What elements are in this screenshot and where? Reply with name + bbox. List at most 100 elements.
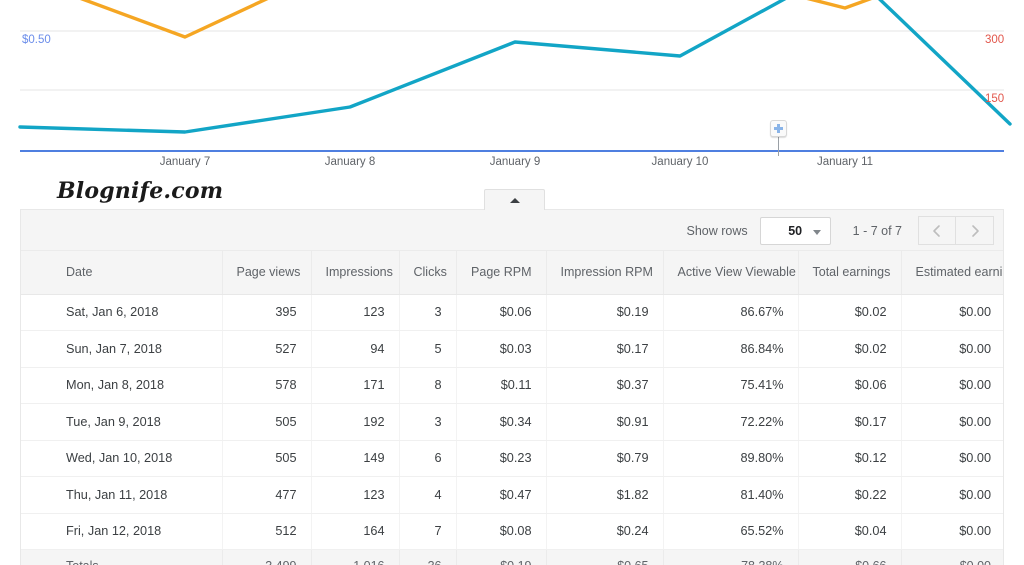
cell-value: 65.52%: [663, 513, 799, 550]
cell-value: 171: [311, 367, 400, 404]
cell-date: Wed, Jan 10, 2018: [21, 440, 223, 477]
cell-value: 4: [399, 476, 457, 514]
column-header-impressions[interactable]: Impressions: [311, 251, 400, 295]
collapse-chart-button[interactable]: [484, 189, 545, 210]
column-header-page-views[interactable]: Page views: [222, 251, 312, 295]
cell-value: 123: [311, 294, 400, 331]
table-row[interactable]: Tue, Jan 9, 2018 505 192 3 $0.34 $0.91 72.22% $…: [21, 403, 1003, 441]
show-rows-label: Show rows: [686, 223, 748, 238]
column-header-estimated-earnings[interactable]: Estimated earnings: [901, 251, 1003, 295]
add-annotation-marker[interactable]: [770, 120, 787, 156]
cell-value: $0.00: [901, 476, 1003, 514]
cell-value: 89.80%: [663, 440, 799, 477]
totals-clicks: 36: [399, 549, 457, 565]
x-tick-january-7: January 7: [159, 156, 211, 168]
totals-page-views: 3,499: [222, 549, 312, 565]
adsense-report-screen: $0.50 300 150 January 7 January 8 Januar…: [0, 0, 1024, 565]
cell-value: $0.00: [901, 513, 1003, 550]
cell-value: 81.40%: [663, 476, 799, 514]
cell-value: 505: [222, 403, 312, 441]
cell-value: $0.17: [546, 330, 664, 368]
caret-up-icon: [509, 198, 520, 203]
cell-value: $0.00: [901, 330, 1003, 368]
column-header-page-rpm[interactable]: Page RPM: [456, 251, 547, 295]
cell-value: $0.00: [901, 367, 1003, 404]
rows-per-page-select[interactable]: 50: [759, 216, 831, 245]
cell-value: 8: [399, 367, 457, 404]
cell-value: $0.02: [798, 294, 902, 331]
pagination-controls: [918, 216, 994, 245]
table-row[interactable]: Wed, Jan 10, 2018 505 149 6 $0.23 $0.79 89.80%…: [21, 440, 1003, 477]
cell-value: $0.08: [456, 513, 547, 550]
cell-value: $0.06: [798, 367, 902, 404]
cell-date: Sat, Jan 6, 2018: [21, 294, 223, 331]
previous-page-button[interactable]: [918, 216, 956, 245]
cell-value: $0.00: [901, 440, 1003, 477]
cell-date: Thu, Jan 11, 2018: [21, 476, 223, 514]
report-table-card: Show rows 50 1 - 7 of 7 Date Page views …: [20, 209, 1004, 565]
cell-value: $0.02: [798, 330, 902, 368]
table-row[interactable]: Sun, Jan 7, 2018 527 94 5 $0.03 $0.17 86.84% $0…: [21, 330, 1003, 368]
totals-total-earnings: $0.66: [798, 549, 902, 565]
column-header-impression-rpm[interactable]: Impression RPM: [546, 251, 664, 295]
right-axis-tick-label-150: 150: [985, 93, 1005, 105]
left-axis-tick-label: $0.50: [22, 34, 51, 46]
cell-date: Sun, Jan 7, 2018: [21, 330, 223, 368]
right-axis-tick-label-300: 300: [985, 34, 1005, 46]
next-page-button[interactable]: [956, 216, 994, 245]
table-toolbar: Show rows 50 1 - 7 of 7: [21, 210, 1003, 251]
table-row[interactable]: Thu, Jan 11, 2018 477 123 4 $0.47 $1.82 81.40%…: [21, 476, 1003, 514]
x-tick-january-9: January 9: [489, 156, 541, 168]
table-footer: Totals 3,499 1,016 36 $0.19 $0.65 78.38%…: [21, 549, 1003, 565]
cell-value: $0.23: [456, 440, 547, 477]
cell-value: 512: [222, 513, 312, 550]
cell-value: 578: [222, 367, 312, 404]
cell-value: $0.11: [456, 367, 547, 404]
report-table: Date Page views Impressions Clicks Page …: [21, 251, 1003, 565]
x-tick-january-8: January 8: [324, 156, 376, 168]
plus-icon[interactable]: [770, 120, 787, 137]
cell-value: $0.37: [546, 367, 664, 404]
table-row[interactable]: Mon, Jan 8, 2018 578 171 8 $0.11 $0.37 75.41% $…: [21, 367, 1003, 404]
marker-stem: [778, 137, 779, 156]
cell-value: 3: [399, 294, 457, 331]
cell-value: $0.17: [798, 403, 902, 441]
cell-value: $0.03: [456, 330, 547, 368]
totals-page-rpm: $0.19: [456, 549, 547, 565]
cell-value: 7: [399, 513, 457, 550]
column-header-total-earnings[interactable]: Total earnings: [798, 251, 902, 295]
cell-value: $0.47: [456, 476, 547, 514]
column-header-active-view-viewable[interactable]: Active View Viewable: [663, 251, 799, 295]
totals-active-view-viewable: 78.38%: [663, 549, 799, 565]
cell-value: $0.12: [798, 440, 902, 477]
column-header-clicks[interactable]: Clicks: [399, 251, 457, 295]
cell-value: 192: [311, 403, 400, 441]
cell-value: 164: [311, 513, 400, 550]
cell-date: Mon, Jan 8, 2018: [21, 367, 223, 404]
cell-value: $0.79: [546, 440, 664, 477]
performance-chart: $0.50 300 150 January 7 January 8 Januar…: [0, 0, 1024, 176]
cell-value: 86.67%: [663, 294, 799, 331]
watermark-blognife: Blognife.com: [57, 178, 224, 204]
cell-value: 5: [399, 330, 457, 368]
cell-value: $0.00: [901, 403, 1003, 441]
cell-value: 86.84%: [663, 330, 799, 368]
cell-value: $0.24: [546, 513, 664, 550]
column-header-date[interactable]: Date: [21, 251, 223, 295]
cell-value: 94: [311, 330, 400, 368]
table-row[interactable]: Fri, Jan 12, 2018 512 164 7 $0.08 $0.24 65.52%…: [21, 513, 1003, 550]
cell-value: $1.82: [546, 476, 664, 514]
table-toolbar-controls: Show rows 50 1 - 7 of 7: [687, 210, 994, 251]
cell-value: $0.04: [798, 513, 902, 550]
table-row[interactable]: Sat, Jan 6, 2018 395 123 3 $0.06 $0.19 86.67% $…: [21, 294, 1003, 331]
chevron-right-icon: [971, 224, 979, 237]
cell-value: $0.22: [798, 476, 902, 514]
series-line-pageviews: [18, 0, 1012, 134]
cell-value: 3: [399, 403, 457, 441]
table-body: Sat, Jan 6, 2018 395 123 3 $0.06 $0.19 86.67% $…: [21, 294, 1003, 550]
totals-estimated-earnings: $0.00: [901, 549, 1003, 565]
cell-value: $0.91: [546, 403, 664, 441]
rows-per-page-value: 50: [788, 223, 803, 238]
cell-value: 527: [222, 330, 312, 368]
cell-date: Tue, Jan 9, 2018: [21, 403, 223, 441]
